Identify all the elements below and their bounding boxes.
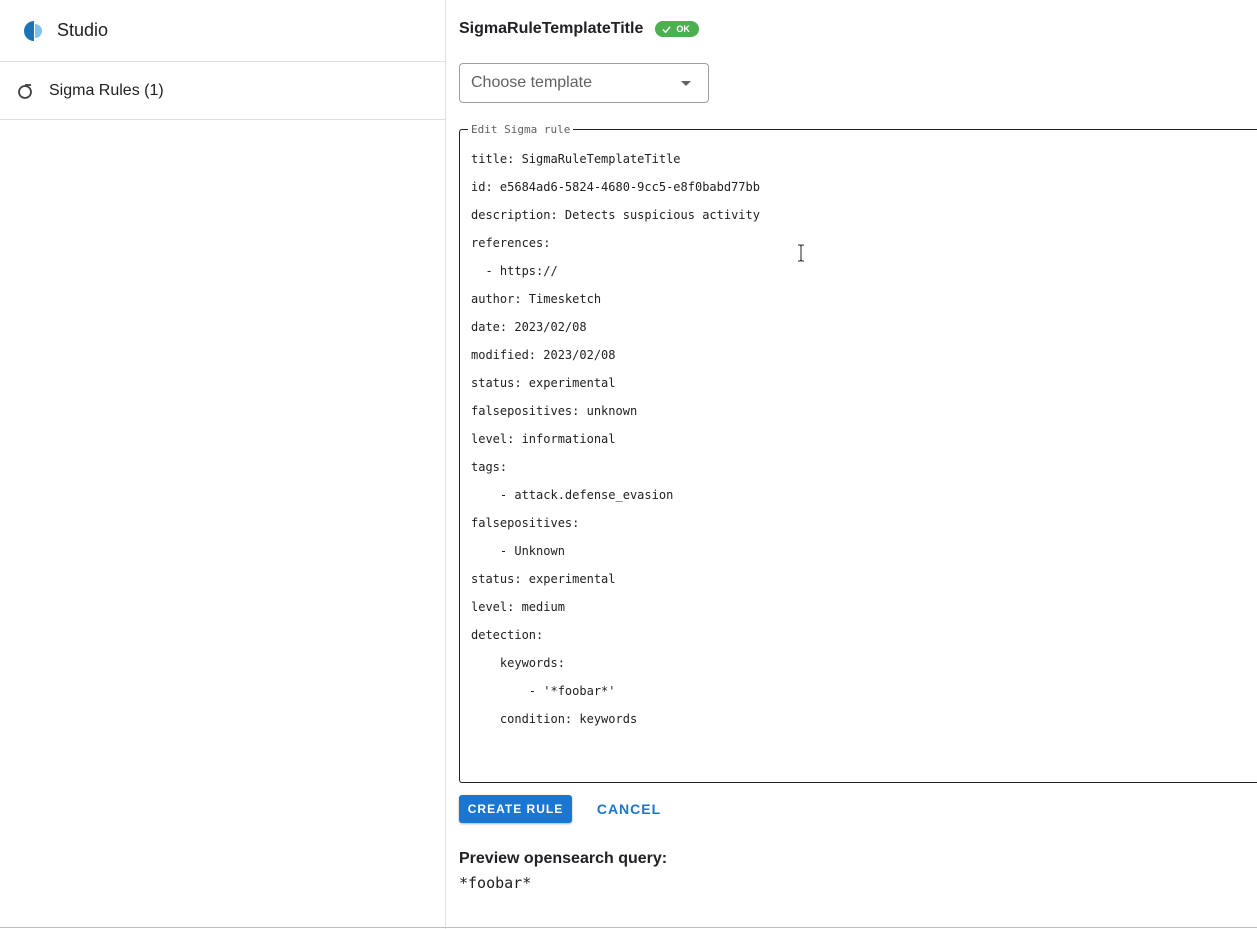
editor-line: - '*foobar*' [471, 684, 616, 698]
chevron-down-icon[interactable] [681, 81, 691, 86]
editor-line: modified: 2023/02/08 [471, 348, 616, 362]
main-panel: SigmaRuleTemplateTitle OK Choose templat… [446, 0, 1257, 929]
sidebar-item-label: Sigma Rules (1) [49, 81, 164, 99]
editor-content[interactable]: title: SigmaRuleTemplateTitle id: e5684ad… [471, 145, 760, 733]
preview-query: *foobar* [459, 874, 532, 892]
editor-line: date: 2023/02/08 [471, 320, 587, 334]
check-icon [662, 25, 671, 33]
editor-line: - Unknown [471, 544, 565, 558]
editor-legend: Edit Sigma rule [468, 123, 574, 136]
create-rule-button[interactable]: CREATE RULE [459, 795, 572, 823]
editor-line: falsepositives: unknown [471, 404, 638, 418]
brand-header[interactable]: Studio [0, 0, 445, 62]
editor-line: tags: [471, 460, 508, 474]
brand-name: Studio [57, 20, 109, 40]
editor-line: condition: keywords [471, 712, 638, 726]
editor-line: author: Timesketch [471, 292, 602, 306]
template-select[interactable]: Choose template [459, 63, 709, 103]
status-badge: OK [655, 21, 699, 37]
sidebar: Studio Sigma Rules (1) [0, 0, 446, 929]
title-row: SigmaRuleTemplateTitle OK [459, 20, 699, 38]
editor-line: level: informational [471, 432, 616, 446]
editor-line: - attack.defense_evasion [471, 488, 674, 502]
editor-line: references: [471, 236, 551, 250]
editor-line: id: e5684ad6-5824-4680-9cc5-e8f0babd77bb [471, 180, 760, 194]
editor-line: keywords: [471, 656, 565, 670]
editor-line: status: experimental [471, 572, 616, 586]
text-cursor-icon [798, 244, 804, 262]
template-select-placeholder: Choose template [471, 74, 592, 91]
sigma-rule-editor[interactable]: Edit Sigma rule title: SigmaRuleTemplate… [459, 123, 1257, 783]
editor-line: status: experimental [471, 376, 616, 390]
editor-line: detection: [471, 628, 544, 642]
sidebar-item-sigma-rules[interactable]: Sigma Rules (1) [0, 62, 445, 120]
timesketch-logo-icon [24, 20, 42, 41]
divider [0, 927, 1257, 928]
editor-line: falsepositives: [471, 516, 580, 530]
editor-line: title: SigmaRuleTemplateTitle [471, 152, 681, 166]
editor-line: level: medium [471, 600, 565, 614]
rule-title: SigmaRuleTemplateTitle [459, 20, 644, 37]
sigma-icon [18, 83, 32, 99]
editor-line: description: Detects suspicious activity [471, 208, 760, 222]
editor-line: - https:// [471, 264, 558, 278]
cancel-button[interactable]: CANCEL [591, 795, 667, 823]
status-badge-label: OK [676, 24, 690, 34]
preview-label: Preview opensearch query: [459, 850, 668, 867]
